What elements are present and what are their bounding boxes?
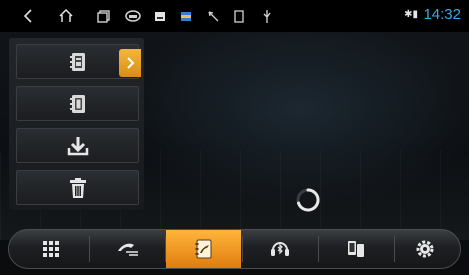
contacts-book-icon bbox=[69, 52, 85, 71]
call-log-icon bbox=[118, 243, 138, 256]
dock-bt-music[interactable] bbox=[243, 230, 317, 268]
phone-link-icon bbox=[348, 241, 364, 257]
status-bar: ✱▮ 14:32 bbox=[0, 0, 469, 32]
dock-divider bbox=[89, 236, 90, 262]
media-icon bbox=[176, 0, 196, 32]
phonebook-sync-icon bbox=[69, 94, 85, 113]
dock-phone-link[interactable] bbox=[319, 230, 393, 268]
settings-gear-icon bbox=[416, 240, 434, 258]
download-icon bbox=[67, 136, 88, 155]
selected-indicator-tab bbox=[119, 49, 141, 77]
dock-contacts[interactable] bbox=[166, 230, 241, 268]
back-icon[interactable] bbox=[18, 0, 40, 32]
phonebook-sync-button[interactable] bbox=[16, 86, 139, 121]
chevron-right-icon bbox=[127, 57, 135, 69]
loading-spinner-icon bbox=[295, 187, 321, 213]
trash-icon bbox=[69, 177, 86, 198]
dock-dialpad[interactable] bbox=[19, 230, 83, 268]
dock-call-log[interactable] bbox=[91, 230, 165, 268]
home-icon[interactable] bbox=[55, 0, 77, 32]
image-icon bbox=[150, 0, 170, 32]
usb-icon bbox=[257, 0, 277, 32]
clock: 14:32 bbox=[423, 6, 461, 23]
steering-wheel-icon bbox=[122, 0, 144, 32]
bluetooth-phone-screen: ✱▮ 14:32 bbox=[0, 0, 469, 275]
bottom-dock bbox=[8, 229, 461, 269]
dialpad-icon bbox=[43, 241, 59, 257]
bluetooth-music-icon bbox=[271, 242, 289, 256]
delete-button[interactable] bbox=[16, 170, 139, 205]
contacts-icon bbox=[195, 239, 211, 259]
contacts-content-pane bbox=[153, 38, 463, 210]
sd-card-icon bbox=[229, 0, 249, 32]
recent-apps-icon[interactable] bbox=[92, 0, 114, 32]
dock-settings[interactable] bbox=[395, 230, 455, 268]
navigation-icon bbox=[203, 0, 223, 32]
download-button[interactable] bbox=[16, 128, 139, 163]
bluetooth-indicator: ✱▮ bbox=[404, 9, 418, 20]
